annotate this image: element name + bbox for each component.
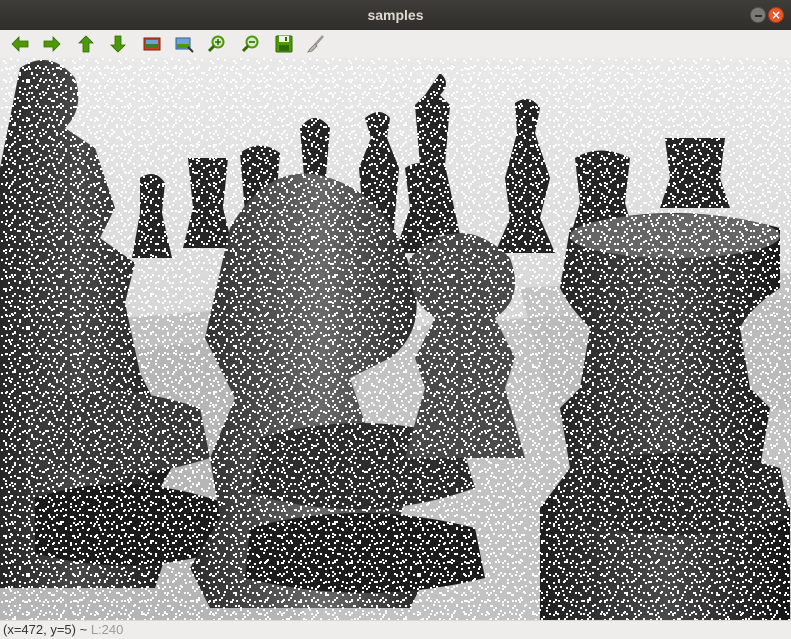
image-icon bbox=[143, 37, 161, 51]
status-text: (x=472, y=5) ~ L:240 bbox=[3, 622, 123, 638]
image-canvas[interactable] bbox=[0, 58, 791, 620]
zoom-out-button[interactable] bbox=[241, 34, 261, 54]
zoom-in-icon bbox=[207, 35, 225, 53]
pan-right-button[interactable] bbox=[42, 34, 62, 54]
arrow-down-icon bbox=[110, 35, 126, 53]
zoom-in-button[interactable] bbox=[207, 34, 227, 54]
arrow-left-icon bbox=[11, 36, 29, 52]
luminance-value: L:240 bbox=[90, 622, 124, 637]
minimize-button[interactable] bbox=[750, 7, 766, 23]
cursor-coordinates: (x=472, y=5) ~ bbox=[3, 622, 91, 637]
zoom-out-icon bbox=[241, 35, 259, 53]
toolbar bbox=[0, 30, 791, 59]
title-bar: samples × bbox=[0, 0, 791, 30]
properties-button[interactable] bbox=[306, 34, 326, 54]
zoom-fit-button[interactable] bbox=[174, 34, 194, 54]
pan-left-button[interactable] bbox=[10, 34, 30, 54]
window-title: samples bbox=[367, 7, 424, 23]
arrow-right-icon bbox=[43, 36, 61, 52]
pan-up-button[interactable] bbox=[76, 34, 96, 54]
arrow-up-icon bbox=[78, 35, 94, 53]
close-button[interactable]: × bbox=[768, 7, 784, 23]
grayscale-chess-pieces-noise-image bbox=[0, 58, 791, 620]
status-bar: (x=472, y=5) ~ L:240 bbox=[0, 620, 791, 639]
floppy-disk-icon bbox=[275, 35, 293, 53]
brush-icon bbox=[307, 35, 324, 53]
save-button[interactable] bbox=[274, 34, 294, 54]
image-fit-icon bbox=[175, 37, 194, 53]
zoom-reset-button[interactable] bbox=[142, 34, 162, 54]
pan-down-button[interactable] bbox=[108, 34, 128, 54]
